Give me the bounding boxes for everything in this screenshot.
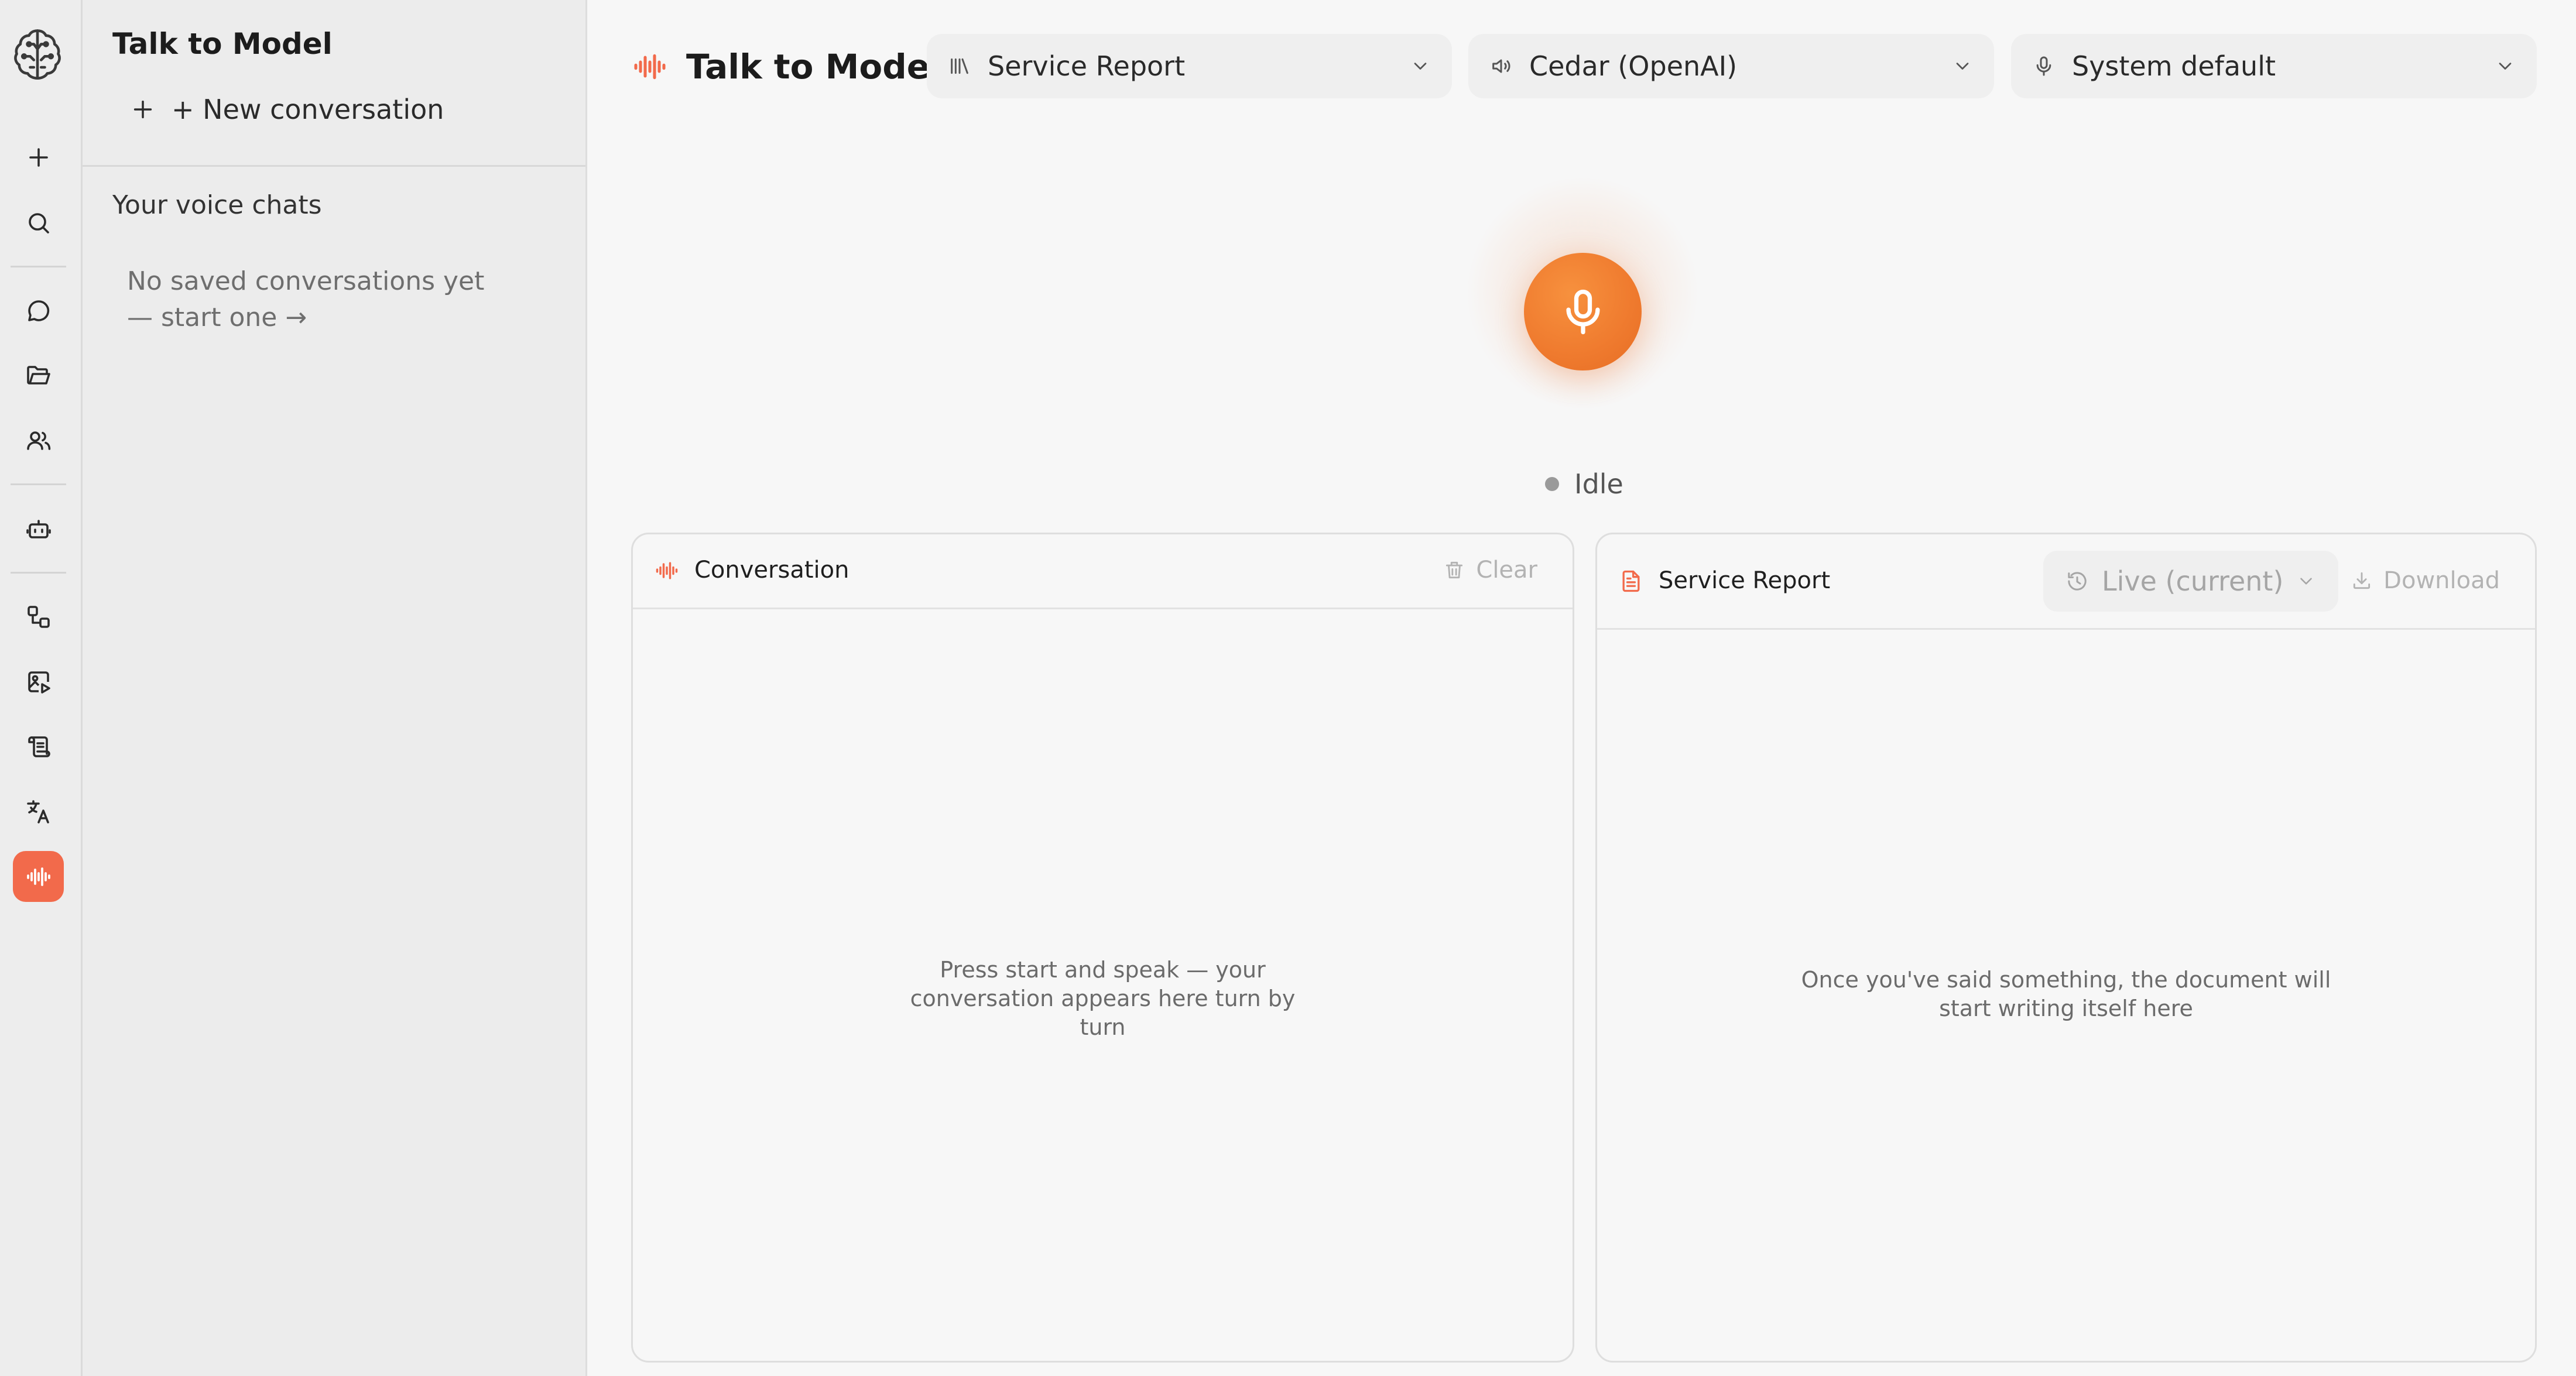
- rail-voice-button[interactable]: [13, 851, 64, 902]
- document-panel-title: Service Report: [1659, 567, 1831, 594]
- download-label: Download: [2383, 567, 2500, 594]
- voice-chats-heading: Your voice chats: [112, 190, 322, 220]
- document-icon: [1622, 570, 1640, 592]
- start-talking-button[interactable]: [1524, 253, 1642, 370]
- status-label: Idle: [1574, 468, 1623, 500]
- workflow-icon: [27, 605, 50, 628]
- chevron-down-icon: [1956, 63, 1969, 70]
- rail-chat-button[interactable]: [13, 285, 64, 336]
- empty-chats-message: No saved conversations yet — start one →: [127, 266, 485, 332]
- status-dot: [1545, 477, 1559, 491]
- rail-media-button[interactable]: [13, 656, 64, 707]
- history-icon: [2068, 572, 2087, 591]
- voice-wave-icon: [634, 54, 666, 80]
- rail-new-chat-button[interactable]: [13, 132, 64, 183]
- sidebar-title: Talk to Model: [112, 27, 333, 61]
- download-button[interactable]: Download: [2351, 567, 2500, 594]
- clear-button[interactable]: Clear: [1443, 557, 1537, 584]
- rail-divider: [11, 266, 66, 267]
- library-icon: [951, 58, 968, 74]
- rail-workflows-button[interactable]: [13, 591, 64, 642]
- rail-team-button[interactable]: [13, 415, 64, 466]
- microphone-select[interactable]: System default: [2011, 34, 2537, 98]
- brain-logo-icon[interactable]: [8, 23, 67, 82]
- voice-select[interactable]: Cedar (OpenAI): [1468, 34, 1994, 98]
- folder-icon: [26, 365, 50, 385]
- rail-agents-button[interactable]: [13, 503, 64, 554]
- users-icon: [26, 431, 50, 450]
- scroll-icon: [28, 736, 50, 757]
- plus-icon: [29, 147, 48, 167]
- version-select[interactable]: Live (current): [2043, 551, 2339, 612]
- sidebar-divider: [83, 165, 585, 167]
- microphone-icon: [2036, 56, 2051, 76]
- voice-chats-sidebar: Talk to Model + New conversation Your vo…: [83, 0, 587, 1376]
- rail-files-button[interactable]: [13, 349, 64, 400]
- conversation-panel: Conversation Clear Press start and speak…: [631, 533, 1574, 1363]
- conversation-empty-message: Press start and speak — your conversatio…: [910, 957, 1296, 1040]
- chat-icon: [28, 300, 49, 321]
- document-empty-message: Once you've said something, the document…: [1801, 967, 2331, 1021]
- microphone-select-value: System default: [2072, 50, 2276, 82]
- page-header: Talk to Model: [631, 47, 941, 87]
- chevron-down-icon: [1414, 63, 1427, 70]
- microphone-icon: [1566, 289, 1600, 334]
- new-conversation-label: + New conversation: [172, 94, 444, 125]
- download-icon: [2354, 572, 2371, 589]
- rail-divider: [11, 572, 66, 574]
- chevron-down-icon: [2300, 578, 2313, 585]
- speaker-icon: [1492, 59, 1510, 73]
- page-title: Talk to Model: [686, 47, 941, 87]
- voice-status: Idle: [1545, 468, 1623, 500]
- document-panel: Service Report Live (current) Download O…: [1595, 533, 2537, 1363]
- voice-wave-icon: [26, 867, 50, 886]
- rail-search-button[interactable]: [13, 197, 64, 248]
- document-panel-header: Service Report Live (current) Download: [1597, 534, 2535, 630]
- new-conversation-button[interactable]: + New conversation: [129, 94, 444, 125]
- voice-select-value: Cedar (OpenAI): [1529, 50, 1738, 82]
- plus-icon: [133, 100, 152, 119]
- version-select-value: Live (current): [2102, 565, 2284, 597]
- chevron-down-icon: [2499, 63, 2512, 70]
- icon-rail: [0, 0, 83, 1376]
- document-select-value: Service Report: [988, 50, 1186, 82]
- clear-label: Clear: [1476, 557, 1537, 584]
- conversation-panel-header: Conversation Clear: [633, 534, 1573, 609]
- trash-icon: [1446, 561, 1463, 579]
- bot-icon: [26, 519, 51, 538]
- rail-divider: [11, 483, 66, 485]
- rail-prompts-button[interactable]: [13, 721, 64, 772]
- translate-icon: [26, 799, 49, 823]
- main-area: Talk to Model Service Report Cedar (Open…: [587, 0, 2576, 1376]
- conversation-panel-title: Conversation: [694, 557, 849, 584]
- search-icon: [28, 212, 49, 234]
- image-icon: [28, 671, 50, 694]
- document-select[interactable]: Service Report: [927, 34, 1452, 98]
- voice-wave-icon: [656, 562, 678, 579]
- rail-translate-button[interactable]: [13, 786, 64, 837]
